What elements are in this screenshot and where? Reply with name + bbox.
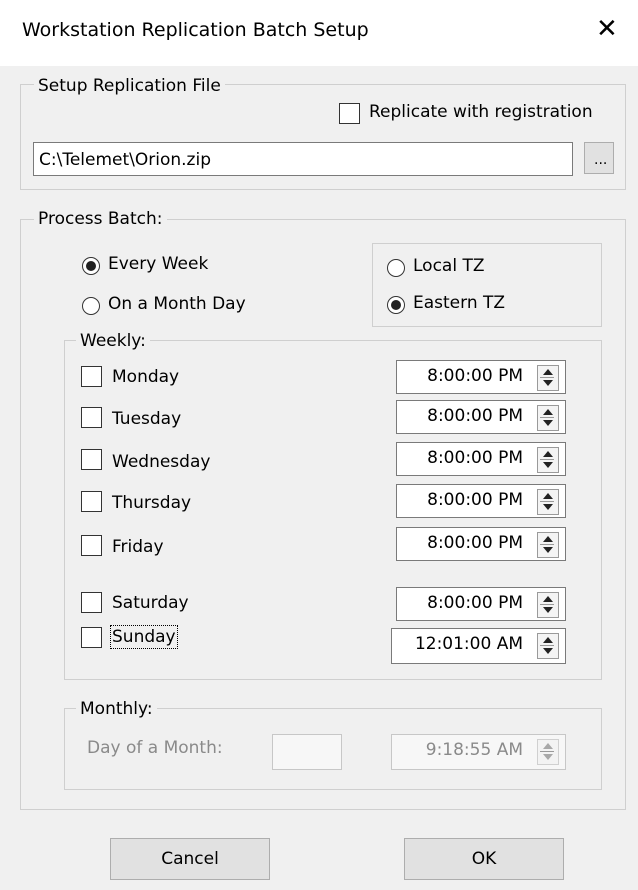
monday-checkbox[interactable] xyxy=(81,366,102,387)
monday-time-spinner[interactable] xyxy=(537,365,559,391)
tuesday-label: Tuesday xyxy=(112,409,182,429)
wednesday-time-stepper[interactable]: 8:00:00 PM xyxy=(396,442,566,476)
thursday-time-stepper[interactable]: 8:00:00 PM xyxy=(396,484,566,518)
thursday-time-spinner[interactable] xyxy=(537,489,559,515)
replication-file-path-input[interactable]: C:\Telemet\Orion.zip xyxy=(33,142,573,176)
process-batch-legend: Process Batch: xyxy=(34,209,167,229)
monthly-time-spinner[interactable] xyxy=(537,739,559,765)
setup-replication-legend: Setup Replication File xyxy=(34,76,225,96)
timezone-group xyxy=(372,243,602,327)
sunday-time-spinner[interactable] xyxy=(537,633,559,659)
weekly-legend: Weekly: xyxy=(76,331,150,351)
wednesday-label: Wednesday xyxy=(112,452,211,472)
replicate-with-registration-checkbox[interactable] xyxy=(339,103,360,124)
monday-time-value: 8:00:00 PM xyxy=(427,366,523,386)
sunday-time-stepper[interactable]: 12:01:00 AM xyxy=(391,628,566,664)
ok-label: OK xyxy=(471,849,497,869)
friday-checkbox[interactable] xyxy=(81,535,102,556)
every-week-label: Every Week xyxy=(108,254,209,274)
every-week-radio[interactable] xyxy=(82,257,100,275)
saturday-time-value: 8:00:00 PM xyxy=(427,593,523,613)
friday-label: Friday xyxy=(112,537,164,557)
cancel-button[interactable]: Cancel xyxy=(110,838,270,880)
ok-button[interactable]: OK xyxy=(404,838,564,880)
tuesday-time-value: 8:00:00 PM xyxy=(427,406,523,426)
day-of-month-label: Day of a Month: xyxy=(87,738,223,758)
sunday-label: Sunday xyxy=(110,625,178,649)
tuesday-time-stepper[interactable]: 8:00:00 PM xyxy=(396,400,566,434)
saturday-checkbox[interactable] xyxy=(81,592,102,613)
window-title: Workstation Replication Batch Setup xyxy=(22,19,369,41)
wednesday-checkbox[interactable] xyxy=(81,449,102,470)
tuesday-time-spinner[interactable] xyxy=(537,405,559,431)
eastern-tz-label: Eastern TZ xyxy=(413,293,506,313)
browse-label: ... xyxy=(594,152,608,168)
local-tz-radio[interactable] xyxy=(387,259,405,277)
friday-time-spinner[interactable] xyxy=(537,532,559,558)
browse-button[interactable]: ... xyxy=(584,142,614,174)
friday-time-stepper[interactable]: 8:00:00 PM xyxy=(396,527,566,561)
local-tz-label: Local TZ xyxy=(413,256,485,276)
thursday-time-value: 8:00:00 PM xyxy=(427,490,523,510)
wednesday-time-spinner[interactable] xyxy=(537,447,559,473)
sunday-checkbox[interactable] xyxy=(81,627,102,648)
sunday-time-value: 12:01:00 AM xyxy=(414,634,523,654)
on-a-month-day-label: On a Month Day xyxy=(108,294,246,314)
cancel-label: Cancel xyxy=(161,849,219,869)
on-a-month-day-radio[interactable] xyxy=(82,297,100,315)
wednesday-time-value: 8:00:00 PM xyxy=(427,448,523,468)
thursday-checkbox[interactable] xyxy=(81,491,102,512)
monthly-time-value: 9:18:55 AM xyxy=(425,740,523,760)
replicate-with-registration-label: Replicate with registration xyxy=(369,102,593,122)
day-of-month-input[interactable] xyxy=(272,734,342,770)
tuesday-checkbox[interactable] xyxy=(81,407,102,428)
close-icon[interactable]: ✕ xyxy=(596,16,618,42)
monday-time-stepper[interactable]: 8:00:00 PM xyxy=(396,360,566,394)
thursday-label: Thursday xyxy=(112,493,192,513)
monthly-time-stepper[interactable]: 9:18:55 AM xyxy=(391,734,566,770)
saturday-time-spinner[interactable] xyxy=(537,592,559,618)
friday-time-value: 8:00:00 PM xyxy=(427,533,523,553)
monday-label: Monday xyxy=(112,367,180,387)
monthly-legend: Monthly: xyxy=(76,699,157,719)
saturday-time-stepper[interactable]: 8:00:00 PM xyxy=(396,587,566,621)
file-path-value: C:\Telemet\Orion.zip xyxy=(39,150,211,170)
saturday-label: Saturday xyxy=(112,593,189,613)
eastern-tz-radio[interactable] xyxy=(387,296,405,314)
